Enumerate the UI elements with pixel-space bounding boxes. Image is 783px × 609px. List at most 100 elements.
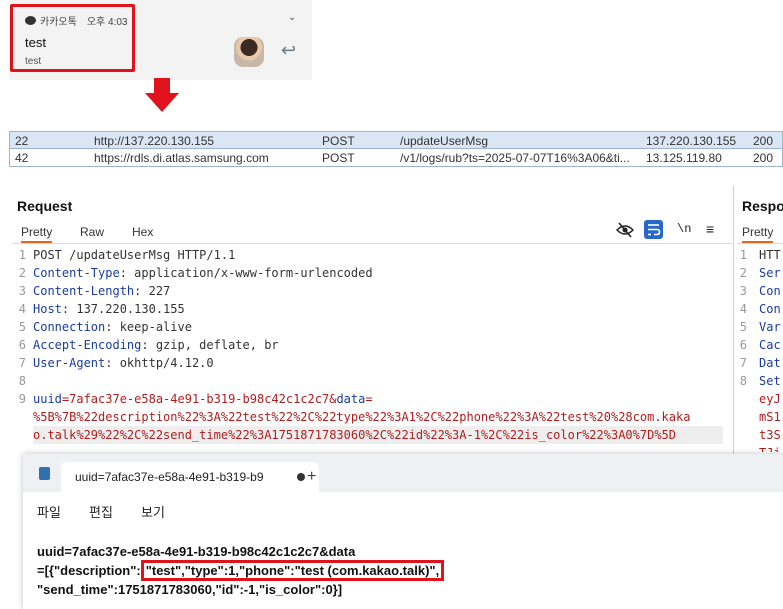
line-number: 9 <box>18 392 26 406</box>
menu-icon[interactable]: ≡ <box>706 221 714 237</box>
header-value: : gzip, deflate, br <box>141 338 279 352</box>
notepad-titlebar[interactable]: uuid=7afac37e-e58a-4e91-b319-b9 + <box>23 454 783 492</box>
highlighted-payload: "test","type":1,"phone":"test (com.kakao… <box>140 560 445 581</box>
row-url: https://rdls.di.atlas.samsung.com <box>94 151 269 165</box>
header-key: Content-Type <box>33 266 120 280</box>
header-key: Accept-Encoding <box>33 338 142 352</box>
body-line-wrapped: %5B%7B%22description%22%3A%22test%22%2C%… <box>33 408 723 426</box>
line-number: 4 <box>739 302 747 316</box>
line-number: 3 <box>739 284 747 298</box>
notification-title: test <box>25 35 46 50</box>
notepad-text: =[{"description": <box>37 563 141 578</box>
response-tab-pretty[interactable]: Pretty <box>742 225 774 243</box>
proxy-history-table: 22 http://137.220.130.155 POST /updateUs… <box>9 131 783 169</box>
param-value: =7afac37e-e58a-4e91-b319-b98c42c1c2c7& <box>61 392 337 406</box>
response-panel-title: Response <box>742 198 783 214</box>
response-line: Dat <box>759 356 781 370</box>
header-line: Connection: keep-alive <box>33 318 192 336</box>
row-status: 200 <box>753 134 774 148</box>
header-line: Content-Length: 227 <box>33 282 170 300</box>
chevron-down-icon[interactable]: ⌄ <box>288 12 296 23</box>
menu-file[interactable]: 파일 <box>37 502 61 521</box>
show-newlines-button[interactable]: \n <box>677 222 691 236</box>
param-value: %5B%7B%22description%22%3A%22test%22%2C%… <box>33 410 691 424</box>
response-line: Set <box>759 374 781 388</box>
row-method: POST <box>322 151 355 165</box>
body-line-wrapped: o.talk%29%22%2C%22send_time%22%3A1751871… <box>33 426 723 444</box>
param-value: o.talk%29%22%2C%22send_time%22%3A1751871… <box>33 428 676 442</box>
arrow-down-icon <box>145 78 179 112</box>
line-number: 6 <box>18 338 26 352</box>
line-number: 5 <box>18 320 26 334</box>
notepad-line: =[{"description": "test","type":1,"phone"… <box>37 560 445 581</box>
line-number: 1 <box>739 248 747 262</box>
header-value: : keep-alive <box>105 320 192 334</box>
avatar <box>234 37 264 67</box>
notepad-window: uuid=7afac37e-e58a-4e91-b319-b9 + 파일 편집 … <box>23 454 783 609</box>
kakaotalk-icon <box>25 16 36 25</box>
word-wrap-button[interactable] <box>644 220 663 239</box>
table-row[interactable]: 42 https://rdls.di.atlas.samsung.com POS… <box>9 149 783 167</box>
tab-pretty[interactable]: Pretty <box>21 225 53 243</box>
kakaotalk-notification[interactable]: 카카오톡 오후 4:03 ⌄ test test ↩ <box>9 0 312 80</box>
header-value: : 137.220.130.155 <box>61 302 185 316</box>
header-key: Host <box>33 302 62 316</box>
tab-raw[interactable]: Raw <box>80 225 104 239</box>
line-number: 6 <box>739 338 747 352</box>
line-number: 2 <box>739 266 747 280</box>
response-line: TJi <box>759 444 781 452</box>
response-line: Con <box>759 302 781 316</box>
header-key: Connection <box>33 320 106 334</box>
table-row[interactable]: 22 http://137.220.130.155 POST /updateUs… <box>9 131 783 149</box>
row-ip: 13.125.119.80 <box>646 151 722 165</box>
tab-hex[interactable]: Hex <box>132 225 153 239</box>
row-number: 22 <box>15 134 29 148</box>
row-method: POST <box>322 134 355 148</box>
header-value: : okhttp/4.12.0 <box>105 356 214 370</box>
line-number: 5 <box>739 320 747 334</box>
header-line: User-Agent: okhttp/4.12.0 <box>33 354 214 372</box>
reply-icon[interactable]: ↩ <box>281 40 296 61</box>
header-value: : application/x-www-form-urlencoded <box>119 266 373 280</box>
row-status: 200 <box>753 151 774 165</box>
line-number: 4 <box>18 302 26 316</box>
line-number: 8 <box>739 374 747 388</box>
response-line: HTT <box>759 248 781 262</box>
header-line: Accept-Encoding: gzip, deflate, br <box>33 336 279 354</box>
notepad-line: uuid=7afac37e-e58a-4e91-b319-b98c42c1c2c… <box>37 544 356 559</box>
panel-divider[interactable] <box>733 186 734 456</box>
response-line: eyJ <box>759 392 781 406</box>
word-wrap-icon <box>648 224 661 236</box>
unsaved-dot-icon[interactable] <box>297 473 305 481</box>
response-line: Var <box>759 320 781 334</box>
response-line: mS1 <box>759 410 781 424</box>
notepad-tab[interactable]: uuid=7afac37e-e58a-4e91-b319-b9 <box>61 462 319 492</box>
line-number: 2 <box>18 266 26 280</box>
notepad-menubar: 파일 편집 보기 <box>23 492 783 524</box>
menu-view[interactable]: 보기 <box>141 502 165 521</box>
header-value: : 227 <box>134 284 171 298</box>
request-editor[interactable]: 1 POST /updateUserMsg HTTP/1.1 2 Content… <box>12 246 724 452</box>
row-url: http://137.220.130.155 <box>94 134 215 148</box>
response-line: t3S <box>759 428 781 442</box>
response-editor[interactable]: 1 HTT 2 Ser 3 Con 4 Con 5 Var 6 Cac 7 Da… <box>737 246 783 452</box>
response-line: Con <box>759 284 781 298</box>
hide-eye-icon[interactable] <box>616 222 634 238</box>
param-key: data <box>336 392 366 406</box>
line-number: 7 <box>18 356 26 370</box>
menu-edit[interactable]: 편집 <box>89 502 113 521</box>
header-key: Content-Length <box>33 284 135 298</box>
header-line: Content-Type: application/x-www-form-url… <box>33 264 373 282</box>
notification-message: test <box>25 56 42 67</box>
request-line: POST /updateUserMsg HTTP/1.1 <box>33 248 236 262</box>
line-number: 8 <box>18 374 26 388</box>
line-number: 1 <box>18 248 26 262</box>
row-ip: 137.220.130.155 <box>646 134 737 148</box>
row-path: /v1/logs/rub?ts=2025-07-07T16%3A06&ti... <box>400 151 630 165</box>
response-line: Ser <box>759 266 781 280</box>
new-tab-button[interactable]: + <box>307 468 316 486</box>
line-number: 3 <box>18 284 26 298</box>
header-line: Host: 137.220.130.155 <box>33 300 185 318</box>
body-line: uuid=7afac37e-e58a-4e91-b319-b98c42c1c2c… <box>33 390 373 408</box>
divider <box>12 243 732 244</box>
